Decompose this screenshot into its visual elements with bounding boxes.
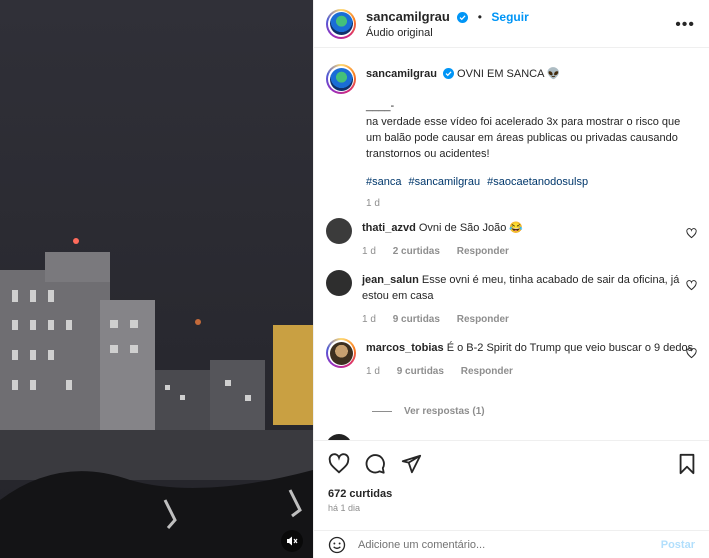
post-comment-button[interactable]: Postar <box>661 539 695 551</box>
verified-icon <box>457 11 469 23</box>
comment-text: É o B-2 Spirit do Trump que veio buscar … <box>446 342 694 354</box>
caption-dash: ____- <box>366 100 395 112</box>
avatar[interactable] <box>326 218 352 244</box>
comment-username[interactable]: thati_azvd <box>362 222 416 234</box>
bookmark-icon[interactable] <box>677 453 697 475</box>
comment-item: jean_salun Esse ovni é meu, tinha acabad… <box>326 270 697 328</box>
caption-text: na verdade esse vídeo foi acelerado 3x p… <box>366 116 681 160</box>
more-options-button[interactable]: ••• <box>675 16 695 34</box>
comment-item: marcos_tobias É o B-2 Spirit do Trump qu… <box>326 338 697 380</box>
avatar[interactable] <box>326 270 352 296</box>
comment-time: 1 d <box>366 366 380 377</box>
reply-button[interactable]: Responder <box>457 314 509 325</box>
comment-likes[interactable]: 2 curtidas <box>393 246 440 257</box>
reply-button[interactable]: Responder <box>461 366 513 377</box>
post-timestamp[interactable]: há 1 dia <box>328 503 360 513</box>
instagram-post: sancamilgrau • Seguir Áudio original •••… <box>0 0 709 558</box>
action-bar: 672 curtidas há 1 dia <box>314 440 709 513</box>
replies-divider <box>372 411 392 412</box>
heart-icon[interactable] <box>686 228 697 239</box>
avatar[interactable] <box>326 64 356 94</box>
verified-icon <box>442 68 454 79</box>
caption-hashtags: #sanca #sancamilgrau #saocaetanodosulsp <box>366 174 697 190</box>
hashtag-link[interactable]: #saocaetanodosulsp <box>487 176 588 188</box>
caption: sancamilgrau OVNI EM SANCA 👽 ____- na ve… <box>326 64 697 212</box>
mute-button[interactable] <box>281 530 303 552</box>
comment-item: thati_azvd Ovni de São João 😂 1 d 2 curt… <box>326 218 697 260</box>
comment-time: 1 d <box>362 314 376 325</box>
view-replies-button[interactable]: Ver respostas (1) <box>372 406 485 417</box>
avatar[interactable] <box>326 338 356 368</box>
reply-button[interactable]: Responder <box>457 246 509 257</box>
comment-text: Ovni de São João 😂 <box>418 222 524 234</box>
author-username[interactable]: sancamilgrau <box>366 9 450 24</box>
mute-icon <box>287 536 298 546</box>
comment-time: 1 d <box>362 246 376 257</box>
post-header: sancamilgrau • Seguir Áudio original ••• <box>314 0 709 48</box>
emoji-icon[interactable] <box>328 536 346 554</box>
separator-dot: • <box>477 9 482 24</box>
avatar[interactable] <box>326 8 356 39</box>
caption-username[interactable]: sancamilgrau <box>366 68 437 80</box>
caption-title: OVNI EM SANCA 👽 <box>457 68 561 80</box>
comments-scroll[interactable]: sancamilgrau OVNI EM SANCA 👽 ____- na ve… <box>314 48 709 440</box>
comment-username[interactable]: jean_salun <box>362 274 419 286</box>
heart-icon[interactable] <box>328 453 350 475</box>
video-frame <box>0 0 313 558</box>
view-replies-label: Ver respostas (1) <box>404 406 485 417</box>
likes-count[interactable]: 672 curtidas <box>328 488 392 500</box>
video-player[interactable] <box>0 0 313 558</box>
hashtag-link[interactable]: #sancamilgrau <box>409 176 481 188</box>
audio-label[interactable]: Áudio original <box>366 27 529 41</box>
hashtag-link[interactable]: #sanca <box>366 176 401 188</box>
comment-input[interactable]: Adicione um comentário... <box>358 539 661 551</box>
add-comment-bar: Adicione um comentário... Postar <box>314 530 709 558</box>
comment-likes[interactable]: 9 curtidas <box>397 366 444 377</box>
follow-button[interactable]: Seguir <box>491 10 528 24</box>
heart-icon[interactable] <box>686 280 697 291</box>
post-panel: sancamilgrau • Seguir Áudio original •••… <box>313 0 709 558</box>
heart-icon[interactable] <box>686 348 697 359</box>
caption-time: 1 d <box>366 198 380 209</box>
comment-username[interactable]: marcos_tobias <box>366 342 444 354</box>
share-icon[interactable] <box>400 453 422 475</box>
comment-likes[interactable]: 9 curtidas <box>393 314 440 325</box>
comment-icon[interactable] <box>364 453 386 475</box>
